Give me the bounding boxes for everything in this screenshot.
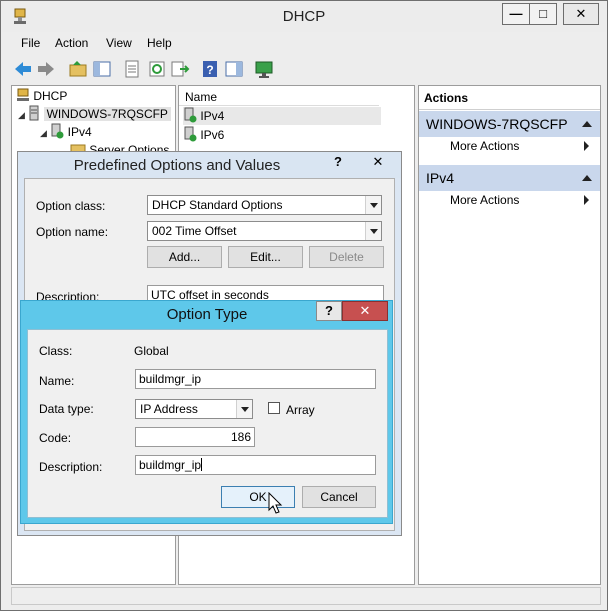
list-row-ipv6[interactable]: IPv6 (183, 126, 224, 144)
list-row-ipv4[interactable]: IPv4 (183, 107, 381, 125)
class-value: Global (134, 344, 169, 358)
description-input[interactable]: buildmgr_ip (135, 455, 376, 475)
chevron-down-icon[interactable] (365, 196, 381, 214)
column-header-name[interactable]: Name (179, 89, 379, 106)
datatype-label: Data type: (39, 402, 94, 416)
close-button[interactable]: ✕ (342, 301, 388, 321)
cancel-button[interactable]: Cancel (302, 486, 376, 508)
expanded-arrow-icon: ◢ (40, 128, 47, 138)
dialog-body: Class: Global Name: buildmgr_ip Data typ… (27, 329, 388, 518)
array-label: Array (286, 403, 315, 417)
back-icon[interactable] (13, 59, 33, 79)
close-button[interactable]: ✕ (563, 3, 599, 25)
help-button[interactable]: ? (316, 301, 342, 321)
toolbar: ? (2, 55, 606, 83)
menu-action[interactable]: Action (55, 36, 88, 50)
class-label: Class: (39, 344, 73, 358)
ipv6-icon (184, 126, 197, 142)
delete-button[interactable]: Delete (309, 246, 384, 268)
name-label: Name: (39, 374, 75, 388)
code-label: Code: (39, 431, 72, 445)
tree-item-ipv4[interactable]: ◢ IPv4 (40, 123, 92, 141)
help-button[interactable]: ? (323, 152, 353, 172)
action-group-ipv4[interactable]: IPv4 (419, 165, 600, 191)
collapse-icon[interactable] (582, 175, 592, 181)
export-icon[interactable] (170, 59, 190, 79)
collapse-icon[interactable] (582, 121, 592, 127)
action-group-server[interactable]: WINDOWS-7RQSCFP (419, 111, 600, 137)
edit-button[interactable]: Edit... (228, 246, 303, 268)
tree-item-server[interactable]: ◢ WINDOWS-7RQSCFP (18, 105, 171, 123)
option-name-value: 002 Time Offset (152, 224, 237, 238)
title-bar: DHCP — □ ✕ (2, 2, 606, 32)
chevron-down-icon[interactable] (236, 400, 252, 418)
datatype-value: IP Address (140, 402, 198, 416)
expanded-arrow-icon: ◢ (18, 110, 25, 120)
properties-icon[interactable] (122, 59, 142, 79)
list-label-ipv6: IPv6 (200, 128, 225, 142)
submenu-arrow-icon (584, 141, 589, 151)
option-class-label: Option class: (36, 199, 106, 213)
svg-text:?: ? (206, 63, 213, 77)
help-icon[interactable]: ? (200, 59, 220, 79)
ipv4-icon (51, 123, 64, 139)
dhcp-node-icon (17, 88, 29, 101)
action-group-server-title: WINDOWS-7RQSCFP (426, 116, 568, 132)
array-checkbox[interactable] (268, 402, 280, 414)
maximize-button[interactable]: □ (529, 3, 557, 25)
option-name-select[interactable]: 002 Time Offset (147, 221, 382, 241)
status-bar (11, 587, 601, 605)
show-tree-icon[interactable] (92, 59, 112, 79)
list-label-ipv4: IPv4 (200, 109, 225, 123)
menu-help[interactable]: Help (147, 36, 172, 50)
option-name-label: Option name: (36, 225, 109, 239)
name-input[interactable]: buildmgr_ip (135, 369, 376, 389)
more-actions-ipv4[interactable]: More Actions (450, 193, 519, 207)
menu-bar: File Action View Help (2, 33, 606, 54)
description-value: buildmgr_ip (139, 458, 202, 472)
actions-header: Actions (419, 86, 600, 110)
description-label: Description: (39, 460, 103, 474)
server-icon (29, 105, 39, 121)
minimize-button[interactable]: — (502, 3, 530, 25)
monitor-icon[interactable] (254, 59, 274, 79)
refresh-icon[interactable] (147, 59, 167, 79)
up-folder-icon[interactable] (68, 59, 88, 79)
option-class-select[interactable]: DHCP Standard Options (147, 195, 382, 215)
add-button[interactable]: Add... (147, 246, 222, 268)
ipv4-icon (184, 107, 197, 123)
more-actions-server[interactable]: More Actions (450, 139, 519, 153)
close-button[interactable]: ✕ (358, 152, 398, 172)
actions-pane: Actions WINDOWS-7RQSCFP More Actions IPv… (418, 85, 601, 585)
mouse-cursor-icon (268, 492, 283, 514)
show-action-pane-icon[interactable] (224, 59, 244, 79)
menu-view[interactable]: View (106, 36, 132, 50)
dialog-title: Predefined Options and Values (73, 157, 281, 174)
text-cursor (201, 458, 203, 471)
tree-label-dhcp: DHCP (33, 89, 68, 103)
submenu-arrow-icon (584, 195, 589, 205)
tree-label-server: WINDOWS-7RQSCFP (43, 107, 171, 121)
chevron-down-icon[interactable] (365, 222, 381, 240)
option-class-value: DHCP Standard Options (152, 198, 283, 212)
menu-file[interactable]: File (21, 36, 40, 50)
datatype-select[interactable]: IP Address (135, 399, 253, 419)
forward-icon[interactable] (36, 59, 56, 79)
tree-item-dhcp[interactable]: DHCP (16, 87, 67, 105)
tree-label-ipv4: IPv4 (67, 125, 92, 139)
action-group-ipv4-title: IPv4 (426, 170, 455, 186)
dialog-title-bar: Predefined Options and Values ? ✕ (18, 152, 401, 178)
option-type-dialog: Option Type ? ✕ Class: Global Name: buil… (20, 300, 393, 524)
code-input[interactable]: 186 (135, 427, 255, 447)
